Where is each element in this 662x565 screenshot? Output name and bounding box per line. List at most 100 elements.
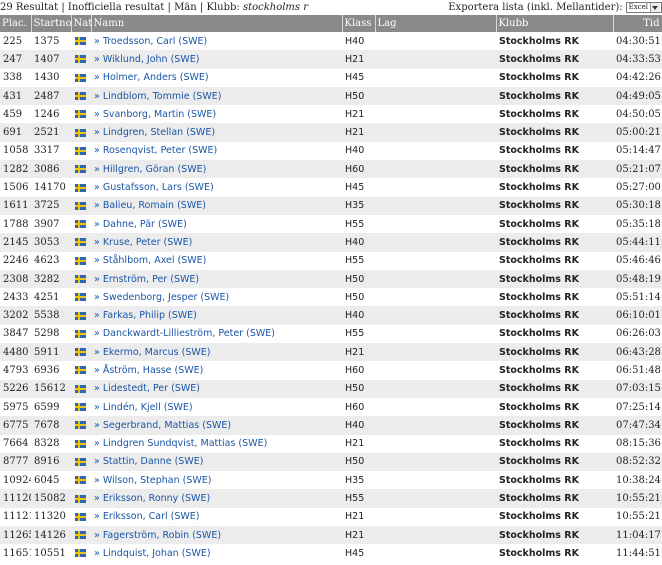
runner-name-link[interactable]: » Ekermo, Marcus (SWE) bbox=[94, 347, 210, 358]
runner-name-link[interactable]: » Gustafsson, Lars (SWE) bbox=[94, 182, 214, 193]
cell-lag bbox=[375, 397, 496, 417]
cell-nat bbox=[71, 489, 91, 508]
runner-name-link[interactable]: » Swedenborg, Jesper (SWE) bbox=[94, 292, 229, 303]
cell-klass: H60 bbox=[342, 361, 375, 380]
cell-klass: H21 bbox=[342, 123, 375, 142]
cell-nat bbox=[71, 50, 91, 69]
column-header-nat[interactable]: Nat bbox=[71, 15, 92, 32]
runner-name-link[interactable]: » Eriksson, Carl (SWE) bbox=[94, 511, 200, 522]
table-row: 247 1407 » Wiklund, John (SWE) H21 Stockholm… bbox=[0, 50, 662, 69]
table-row: 7664 8328 » Lindgren Sundqvist, Mattias (S… bbox=[0, 434, 662, 453]
cell-klubb: Stockholms RK bbox=[496, 544, 613, 563]
column-header-klubb[interactable]: Klubb bbox=[496, 15, 614, 32]
sweden-flag-icon bbox=[75, 329, 86, 338]
cell-tid: 04:49:05 bbox=[613, 86, 662, 106]
column-header-plac[interactable]: Plac. bbox=[0, 15, 32, 32]
cell-klass: H35 bbox=[342, 196, 375, 215]
cell-klass: H40 bbox=[342, 32, 375, 51]
cell-tid: 07:47:34 bbox=[613, 416, 662, 435]
cell-klass: H21 bbox=[342, 434, 375, 453]
table-row: 109246045 » Wilson, Stephan (SWE) H35 Stock… bbox=[0, 471, 662, 490]
runner-name-link[interactable]: » Segerbrand, Mattias (SWE) bbox=[94, 420, 231, 431]
cell-startno: 5911 bbox=[31, 343, 71, 362]
club-filter-label: Klubb: bbox=[206, 1, 240, 13]
cell-startno: 4623 bbox=[31, 251, 71, 270]
cell-namn: » Danckwardt-Lillieström, Peter (SWE) bbox=[91, 324, 342, 344]
sweden-flag-icon bbox=[75, 403, 86, 412]
runner-name-link[interactable]: » Lindgren Sundqvist, Mattias (SWE) bbox=[94, 438, 267, 449]
runner-name-link[interactable]: » Fagerström, Robin (SWE) bbox=[94, 530, 221, 541]
cell-klass: H60 bbox=[342, 397, 375, 417]
runner-name-link[interactable]: » Wilson, Stephan (SWE) bbox=[94, 475, 211, 486]
runner-name-link[interactable]: » Troedsson, Carl (SWE) bbox=[94, 36, 207, 47]
cell-startno: 6045 bbox=[31, 471, 71, 490]
runner-name-link[interactable]: » Danckwardt-Lillieström, Peter (SWE) bbox=[94, 328, 275, 339]
runner-name-link[interactable]: » Wiklund, John (SWE) bbox=[94, 54, 199, 65]
cell-klubb: Stockholms RK bbox=[496, 196, 613, 215]
cell-lag bbox=[375, 507, 496, 527]
cell-lag bbox=[375, 68, 496, 87]
cell-namn: » Stattin, Danne (SWE) bbox=[91, 452, 342, 472]
cell-plac: 11120 bbox=[0, 489, 31, 508]
column-header-klass[interactable]: Klass bbox=[342, 15, 376, 32]
runner-name-link[interactable]: » Eriksson, Ronny (SWE) bbox=[94, 493, 210, 504]
table-row: 2308 3282 » Ernström, Per (SWE) H50 Stockhol… bbox=[0, 269, 662, 289]
table-row: 5975 6599 » Lindén, Kjell (SWE) H60 Stockhol… bbox=[0, 397, 662, 417]
cell-lag bbox=[375, 544, 496, 563]
runner-name-link[interactable]: » Lindgren, Stellan (SWE) bbox=[94, 127, 215, 138]
runner-name-link[interactable]: » Hillgren, Göran (SWE) bbox=[94, 164, 206, 175]
column-header-lag[interactable]: Lag bbox=[375, 15, 497, 32]
runner-name-link[interactable]: » Lidestedt, Per (SWE) bbox=[94, 383, 200, 394]
cell-lag bbox=[375, 379, 496, 398]
column-header-tid[interactable]: Tid bbox=[613, 15, 662, 32]
cell-namn: » Lidestedt, Per (SWE) bbox=[91, 379, 342, 398]
runner-name-link[interactable]: » Holmer, Anders (SWE) bbox=[94, 72, 209, 83]
club-filter-value: stockholms r bbox=[242, 1, 309, 13]
runner-name-link[interactable]: » Svanborg, Martin (SWE) bbox=[94, 109, 216, 120]
cell-startno: 3053 bbox=[31, 233, 71, 252]
runner-name-link[interactable]: » Lindquist, Johan (SWE) bbox=[94, 548, 211, 559]
cell-klass: H45 bbox=[342, 544, 375, 563]
cell-tid: 04:30:51 bbox=[613, 32, 662, 51]
sweden-flag-icon bbox=[75, 494, 86, 503]
cell-plac: 3202 bbox=[0, 306, 31, 325]
sweden-flag-icon bbox=[75, 531, 86, 540]
runner-name-link[interactable]: » Lindén, Kjell (SWE) bbox=[94, 402, 193, 413]
cell-namn: » Lindgren Sundqvist, Mattias (SWE) bbox=[91, 434, 342, 453]
runner-name-link[interactable]: » Ernström, Per (SWE) bbox=[94, 274, 199, 285]
cell-startno: 1375 bbox=[31, 32, 71, 51]
cell-startno: 10551 bbox=[31, 544, 71, 563]
result-count: 29 Resultat bbox=[0, 1, 59, 13]
cell-namn: » Ekermo, Marcus (SWE) bbox=[91, 343, 342, 362]
cell-startno: 3317 bbox=[31, 141, 71, 161]
cell-klass: H50 bbox=[342, 288, 375, 307]
cell-klass: H45 bbox=[342, 178, 375, 197]
export-format-select[interactable]: Excel bbox=[625, 1, 662, 13]
runner-name-link[interactable]: » Lindblom, Tommie (SWE) bbox=[94, 91, 221, 102]
runner-name-link[interactable]: » Ståhlbom, Axel (SWE) bbox=[94, 255, 206, 266]
cell-plac: 2308 bbox=[0, 269, 31, 289]
cell-lag bbox=[375, 526, 496, 545]
sweden-flag-icon bbox=[75, 110, 86, 119]
runner-name-link[interactable]: » Balieu, Romain (SWE) bbox=[94, 200, 206, 211]
runner-name-link[interactable]: » Rosenqvist, Peter (SWE) bbox=[94, 145, 217, 156]
runner-name-link[interactable]: » Stattin, Danne (SWE) bbox=[94, 456, 203, 467]
cell-lag bbox=[375, 306, 496, 325]
column-header-startno[interactable]: Startno bbox=[31, 15, 72, 32]
cell-nat bbox=[71, 86, 91, 106]
cell-klubb: Stockholms RK bbox=[496, 489, 613, 508]
cell-nat bbox=[71, 251, 91, 270]
cell-nat bbox=[71, 214, 91, 234]
column-header-namn[interactable]: Namn bbox=[91, 15, 343, 32]
runner-name-link[interactable]: » Åström, Hasse (SWE) bbox=[94, 365, 203, 376]
runner-name-link[interactable]: » Kruse, Peter (SWE) bbox=[94, 237, 192, 248]
cell-nat bbox=[71, 288, 91, 307]
table-row: 1611 3725 » Balieu, Romain (SWE) H35 Stockho… bbox=[0, 196, 662, 215]
runner-name-link[interactable]: » Farkas, Philip (SWE) bbox=[94, 310, 197, 321]
export-controls: Exportera lista (inkl. Mellantider): Exc… bbox=[448, 1, 662, 13]
cell-klubb: Stockholms RK bbox=[496, 233, 613, 252]
separator: | bbox=[167, 1, 171, 13]
cell-klass: H50 bbox=[342, 379, 375, 398]
runner-name-link[interactable]: » Dahne, Pär (SWE) bbox=[94, 219, 187, 230]
cell-tid: 08:52:32 bbox=[613, 452, 662, 472]
